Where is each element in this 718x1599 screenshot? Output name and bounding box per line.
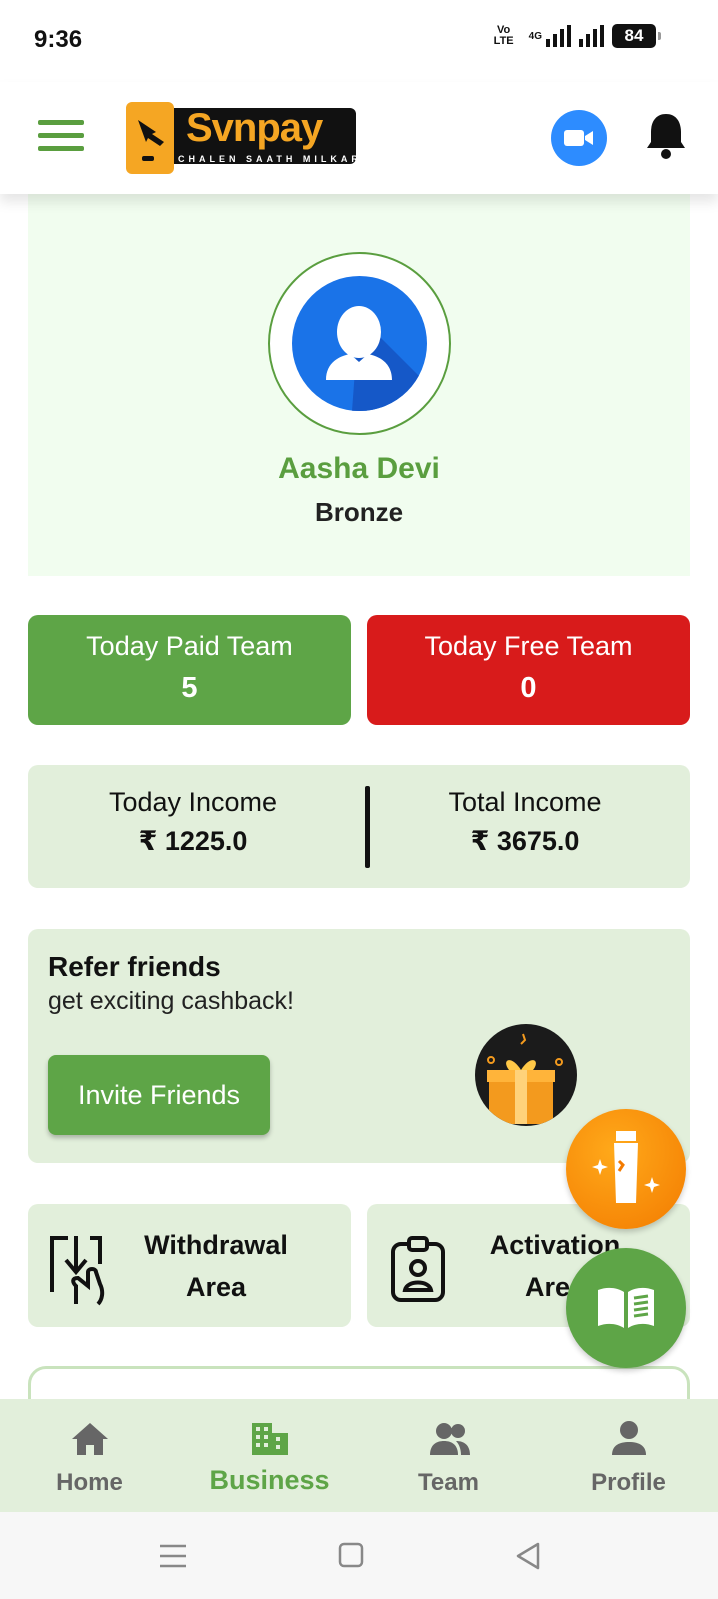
video-camera-icon xyxy=(564,130,593,146)
paid-team-value: 5 xyxy=(181,672,198,704)
today-income-value: ₹ 1225.0 xyxy=(138,826,248,856)
bell-icon xyxy=(647,114,685,159)
nav-business-label: Business xyxy=(209,1465,330,1495)
withdrawal-icon xyxy=(50,1236,105,1306)
app-screen: 9:36 Vo LTE 4G 84 Svnpay CHALEN SAATH MI… xyxy=(0,0,718,1599)
today-income-label: Today Income xyxy=(108,787,278,817)
app-header: Svnpay CHALEN SAATH MILKAR xyxy=(0,82,718,194)
menu-button[interactable] xyxy=(38,120,84,156)
floating-trimmer-button[interactable] xyxy=(566,1109,686,1229)
nav-home-label: Home xyxy=(56,1469,123,1496)
svnpay-logo: Svnpay CHALEN SAATH MILKAR xyxy=(126,102,360,174)
hamburger-icon xyxy=(38,120,84,125)
today-income: Today Income ₹ 1225.0 xyxy=(28,787,358,857)
withdrawal-label-line1: Withdrawal xyxy=(144,1230,288,1260)
avatar xyxy=(292,276,427,411)
avatar-ring[interactable] xyxy=(268,252,451,435)
free-team-value: 0 xyxy=(520,672,537,704)
nav-profile[interactable]: Profile xyxy=(539,1399,718,1512)
logo-tagline: CHALEN SAATH MILKAR xyxy=(178,154,362,164)
notification-button[interactable] xyxy=(644,110,688,162)
trimmer-icon xyxy=(592,1131,660,1203)
nav-profile-label: Profile xyxy=(591,1469,666,1496)
video-call-button[interactable] xyxy=(551,110,607,166)
phone-logo-icon xyxy=(126,102,174,174)
status-icons: Vo LTE 4G 84 xyxy=(487,24,661,48)
today-paid-team-card[interactable]: Today Paid Team 5 xyxy=(28,615,351,725)
status-bar: 9:36 Vo LTE 4G 84 xyxy=(0,0,718,82)
profile-icon xyxy=(612,1421,646,1455)
today-free-team-card[interactable]: Today Free Team 0 xyxy=(367,615,690,725)
nav-business[interactable]: Business xyxy=(180,1399,359,1512)
floating-book-button[interactable] xyxy=(566,1248,686,1368)
volte-bottom-text: LTE xyxy=(493,35,514,47)
total-income: Total Income ₹ 3675.0 xyxy=(360,787,690,857)
business-icon xyxy=(252,1423,288,1455)
logo-text: Svnpay xyxy=(186,106,323,150)
menu-lines-icon xyxy=(160,1544,186,1568)
gift-icon xyxy=(475,1024,577,1126)
signal-icon xyxy=(546,25,571,47)
nav-team[interactable]: Team xyxy=(359,1399,538,1512)
id-badge-icon xyxy=(391,1236,445,1302)
battery-icon: 84 xyxy=(612,24,661,48)
signal-icon-2 xyxy=(579,25,604,47)
team-icon xyxy=(430,1423,470,1455)
paid-team-label: Today Paid Team xyxy=(86,631,293,661)
nav-home[interactable]: Home xyxy=(0,1399,179,1512)
income-card: Today Income ₹ 1225.0 Total Income ₹ 367… xyxy=(28,765,690,888)
user-avatar-icon xyxy=(326,306,427,411)
refer-subtitle: get exciting cashback! xyxy=(48,987,294,1015)
back-button[interactable] xyxy=(510,1540,550,1572)
profile-rank: Bronze xyxy=(314,497,404,527)
withdrawal-area-label: Withdrawal Area xyxy=(124,1224,308,1308)
profile-name: Aasha Devi xyxy=(278,452,440,485)
system-navigation-bar xyxy=(0,1512,718,1599)
recent-apps-button[interactable] xyxy=(154,1540,194,1572)
book-icon xyxy=(598,1287,654,1328)
withdrawal-label-line2: Area xyxy=(185,1272,247,1302)
withdrawal-area-button[interactable]: Withdrawal Area xyxy=(28,1204,351,1327)
square-home-icon xyxy=(338,1542,364,1568)
total-income-value: ₹ 3675.0 xyxy=(470,826,580,856)
network-type: 4G xyxy=(528,30,542,42)
status-time: 9:36 xyxy=(34,26,83,53)
home-icon xyxy=(72,1423,108,1455)
back-triangle-icon xyxy=(516,1542,540,1570)
volte-indicator: Vo LTE xyxy=(487,25,521,47)
home-system-button[interactable] xyxy=(332,1540,372,1572)
free-team-label: Today Free Team xyxy=(424,631,633,661)
profile-card: Aasha Devi Bronze xyxy=(28,194,690,576)
bottom-navigation: Home Business Team Profile xyxy=(0,1399,718,1512)
total-income-label: Total Income xyxy=(448,787,602,817)
nav-team-label: Team xyxy=(418,1469,479,1496)
battery-level: 84 xyxy=(624,26,644,45)
refer-title: Refer friends xyxy=(48,951,221,982)
invite-friends-button[interactable]: Invite Friends xyxy=(48,1055,270,1135)
